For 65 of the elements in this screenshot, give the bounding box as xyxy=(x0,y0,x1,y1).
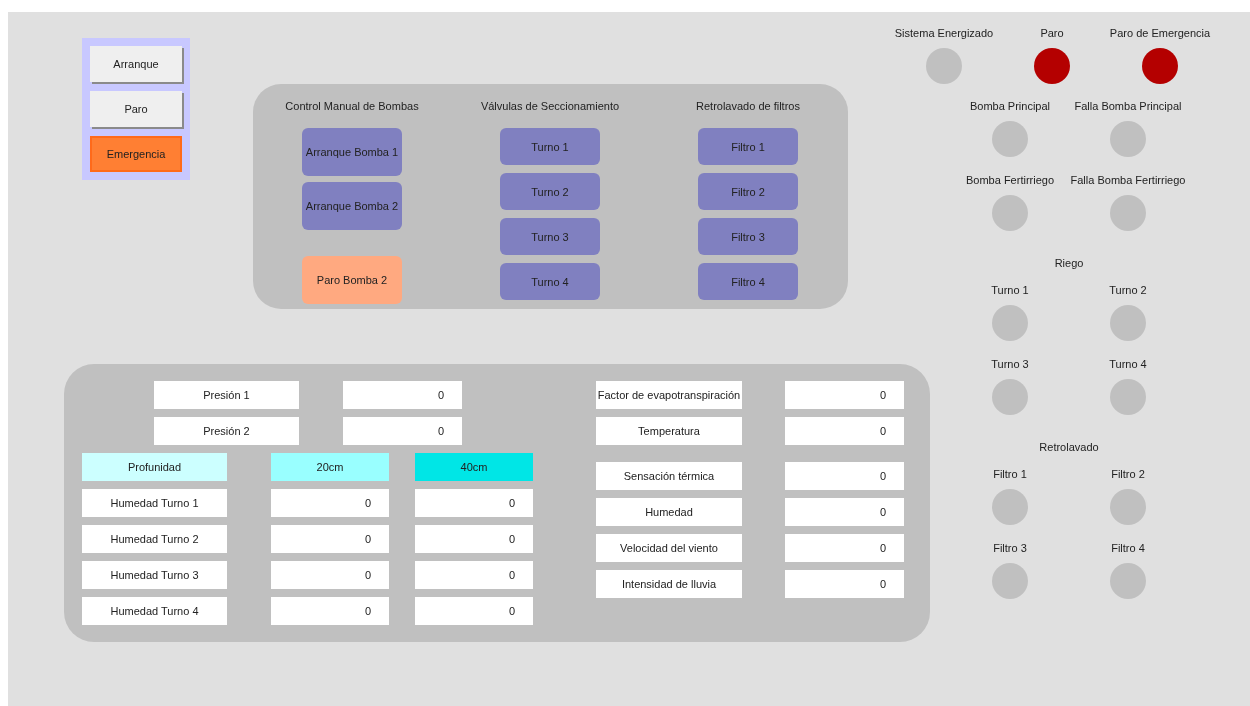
lamp-label: Paro xyxy=(1040,26,1064,40)
control-button[interactable]: Emergencia xyxy=(90,136,182,172)
command-button[interactable]: Filtro 4 xyxy=(698,263,798,300)
row-label: Humedad Turno 1 xyxy=(82,489,227,517)
column-header: 40cm xyxy=(415,453,533,481)
row-label: Humedad Turno 2 xyxy=(82,525,227,553)
lamp-label: Falla Bomba Principal xyxy=(1074,99,1182,113)
value-display: 0 xyxy=(415,597,533,625)
lamp-label: Filtro 3 xyxy=(993,541,1027,555)
value-display: 0 xyxy=(785,570,904,598)
reading-label: Factor de evapotranspiración xyxy=(596,381,742,409)
value-display: 0 xyxy=(343,417,462,445)
value-display: 0 xyxy=(785,417,904,445)
lamp-label: Falla Bomba Fertirriego xyxy=(1070,173,1186,187)
lamp-label: Turno 3 xyxy=(991,357,1029,371)
lamp-label: Filtro 4 xyxy=(1111,541,1145,555)
column-header: Profunidad xyxy=(82,453,227,481)
lamp-label: Turno 4 xyxy=(1109,357,1147,371)
column-header: 20cm xyxy=(271,453,389,481)
command-button[interactable]: Turno 2 xyxy=(500,173,600,210)
reading-label: Intensidad de lluvia xyxy=(596,570,742,598)
value-display: 0 xyxy=(785,498,904,526)
row-label: Humedad Turno 4 xyxy=(82,597,227,625)
lamp-label: Bomba Fertirriego xyxy=(965,173,1054,187)
reading-label: Presión 1 xyxy=(154,381,299,409)
reading-label: Sensación térmica xyxy=(596,462,742,490)
lamp-label: Filtro 2 xyxy=(1111,467,1145,481)
command-button[interactable]: Arranque Bomba 2 xyxy=(302,182,402,230)
command-button[interactable]: Paro Bomba 2 xyxy=(302,256,402,304)
value-display: 0 xyxy=(271,489,389,517)
row-label: Humedad Turno 3 xyxy=(82,561,227,589)
value-display: 0 xyxy=(415,525,533,553)
command-button[interactable]: Filtro 1 xyxy=(698,128,798,165)
value-display: 0 xyxy=(415,561,533,589)
reading-label: Humedad xyxy=(596,498,742,526)
section-title: Válvulas de Seccionamiento xyxy=(480,99,620,113)
value-display: 0 xyxy=(271,561,389,589)
group-title: Retrolavado xyxy=(1038,440,1100,454)
value-display: 0 xyxy=(415,489,533,517)
lamp-label: Turno 1 xyxy=(991,283,1029,297)
value-display: 0 xyxy=(271,525,389,553)
command-button[interactable]: Arranque Bomba 1 xyxy=(302,128,402,176)
value-display: 0 xyxy=(785,381,904,409)
lamp-label: Turno 2 xyxy=(1109,283,1147,297)
value-display: 0 xyxy=(271,597,389,625)
command-button[interactable]: Filtro 2 xyxy=(698,173,798,210)
reading-label: Presión 2 xyxy=(154,417,299,445)
section-title: Control Manual de Bombas xyxy=(285,99,419,113)
control-button[interactable]: Paro xyxy=(90,91,182,127)
lamp-label: Filtro 1 xyxy=(993,467,1027,481)
command-button[interactable]: Turno 1 xyxy=(500,128,600,165)
value-display: 0 xyxy=(343,381,462,409)
reading-label: Velocidad del viento xyxy=(596,534,742,562)
command-button[interactable]: Turno 3 xyxy=(500,218,600,255)
value-display: 0 xyxy=(785,462,904,490)
command-button[interactable]: Filtro 3 xyxy=(698,218,798,255)
lamp-label: Paro de Emergencia xyxy=(1109,26,1211,40)
lamp-label: Sistema Energizado xyxy=(894,26,994,40)
lamp-label: Bomba Principal xyxy=(969,99,1051,113)
group-title: Riego xyxy=(1053,256,1085,270)
section-title: Retrolavado de filtros xyxy=(696,99,800,113)
command-button[interactable]: Turno 4 xyxy=(500,263,600,300)
control-button[interactable]: Arranque xyxy=(90,46,182,82)
reading-label: Temperatura xyxy=(596,417,742,445)
value-display: 0 xyxy=(785,534,904,562)
